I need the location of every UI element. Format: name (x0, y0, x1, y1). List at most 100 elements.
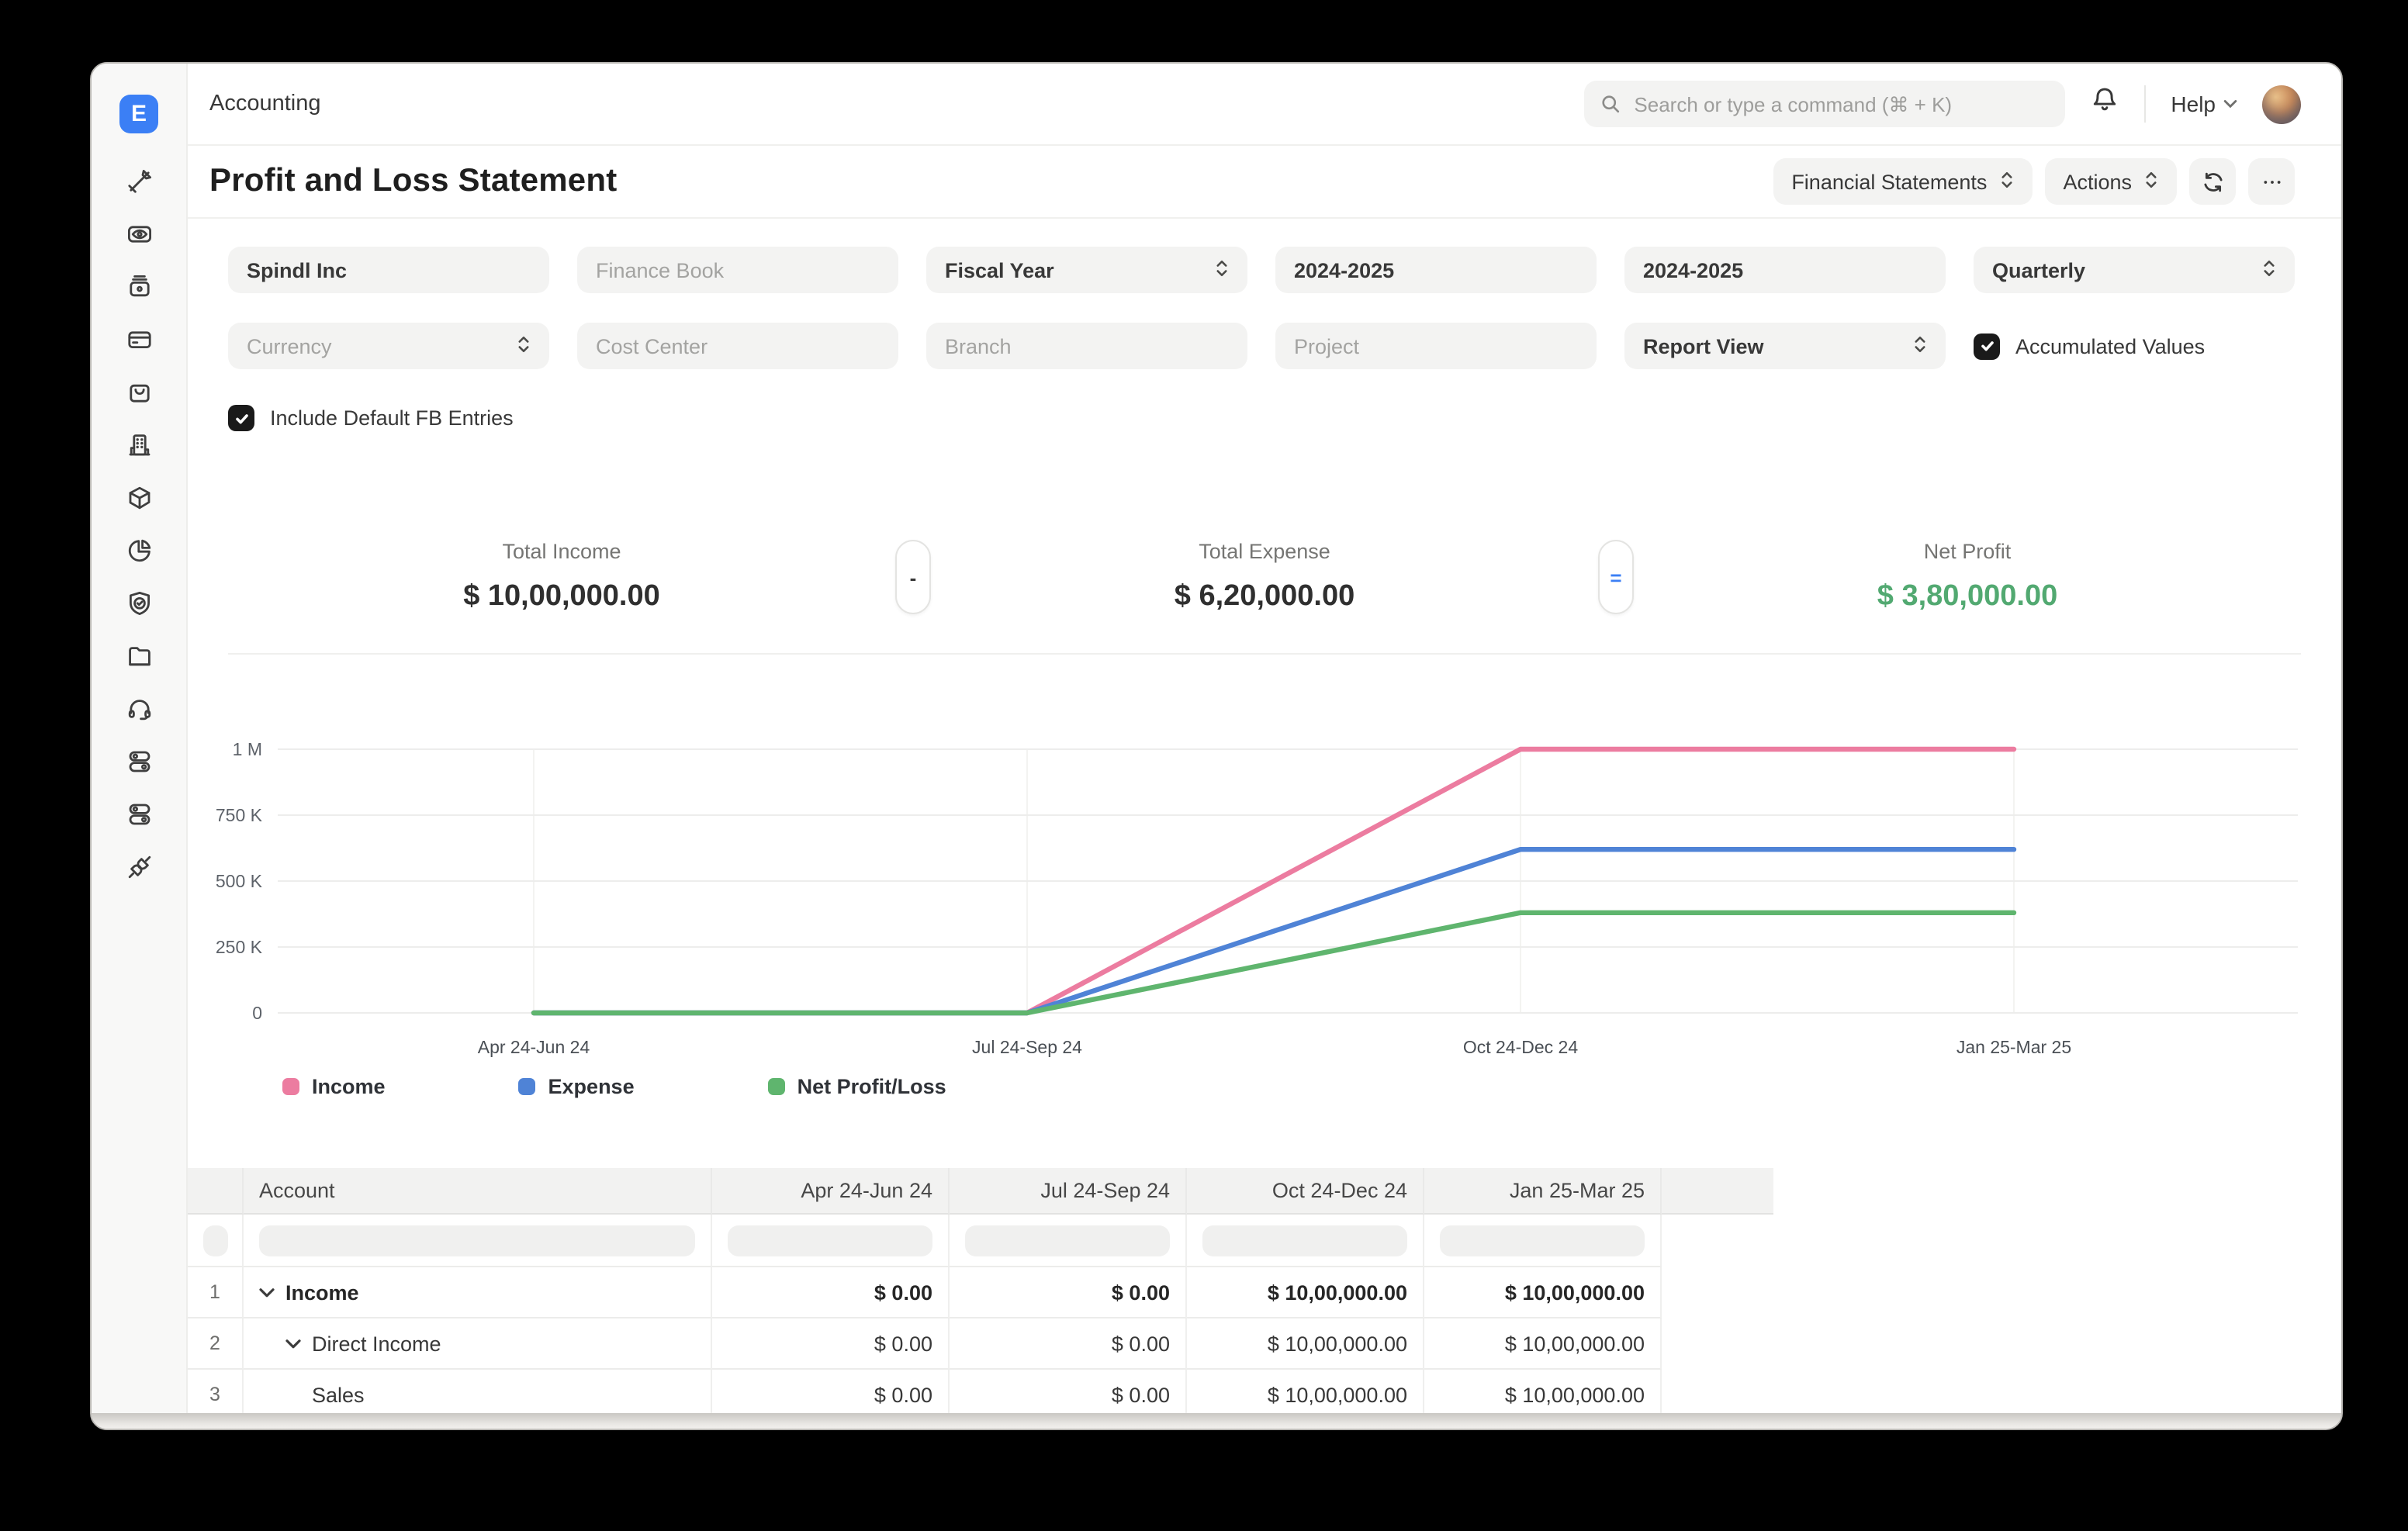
amount-cell: $ 0.00 (712, 1318, 950, 1370)
shopping-bag-icon (125, 378, 153, 406)
total-income-label: Total Income (228, 540, 895, 563)
account-cell-direct-income[interactable]: Direct Income (244, 1318, 712, 1370)
from-fiscal-year-filter[interactable] (1275, 247, 1597, 293)
app-sidebar: E (92, 64, 188, 1429)
topbar: Accounting Help (188, 64, 2341, 146)
report-view-select[interactable]: Report View (1624, 323, 1946, 369)
row-filter-input[interactable] (202, 1225, 227, 1256)
net-profit-legend-label: Net Profit/Loss (797, 1075, 946, 1098)
table-row: 2 Direct Income $ 0.00 $ 0.00 $ 10,00,00… (188, 1318, 1773, 1370)
account-cell-income[interactable]: Income (244, 1267, 712, 1318)
table-filter-row (188, 1215, 1773, 1267)
q2-column-header[interactable]: Jul 24-Sep 24 (950, 1168, 1187, 1215)
row-number: 1 (188, 1267, 244, 1318)
income-legend-swatch (282, 1078, 299, 1095)
sidebar-item-customization[interactable] (125, 800, 153, 828)
q1-filter-input[interactable] (728, 1225, 932, 1256)
help-menu[interactable]: Help (2171, 92, 2237, 116)
period-basis-select[interactable]: Fiscal Year (926, 247, 1247, 293)
chevron-up-down-icon (1999, 168, 2013, 195)
table-header-row: Account Apr 24-Jun 24 Jul 24-Sep 24 Oct … (188, 1168, 1773, 1215)
cash-register-icon (125, 273, 153, 301)
finance-book-filter[interactable] (577, 247, 898, 293)
more-menu-button[interactable] (2248, 158, 2295, 205)
row-number: 2 (188, 1318, 244, 1370)
periodicity-select[interactable]: Quarterly (1974, 247, 2295, 293)
periodicity-value: Quarterly (1992, 258, 2085, 282)
svg-text:1 M: 1 M (233, 739, 262, 759)
account-filter-input[interactable] (259, 1225, 695, 1256)
chart-section: 1 M750 K500 K250 K0Apr 24-Jun 24Jul 24-S… (188, 731, 2341, 1098)
minus-operator: - (895, 540, 931, 614)
sidebar-item-projects[interactable] (125, 642, 153, 670)
project-filter[interactable] (1275, 323, 1597, 369)
cost-center-filter[interactable] (577, 323, 898, 369)
spacer-column-header (1662, 1168, 1773, 1215)
account-column-header[interactable]: Account (244, 1168, 712, 1215)
sidebar-item-cash-register[interactable] (125, 273, 153, 301)
sidebar-item-analytics[interactable] (125, 537, 153, 565)
chevron-up-down-icon (2262, 257, 2276, 283)
sidebar-item-settings[interactable] (125, 748, 153, 776)
sidebar-item-stock[interactable] (125, 484, 153, 512)
sidebar-item-integrations[interactable] (125, 853, 153, 881)
company-filter[interactable] (228, 247, 549, 293)
horizontal-scrollbar[interactable] (92, 1413, 2341, 1429)
table-row: 1 Income $ 0.00 $ 0.00 $ 10,00,000.00 $ … (188, 1267, 1773, 1318)
sidebar-item-selling[interactable] (125, 378, 153, 406)
q4-column-header[interactable]: Jan 25-Mar 25 (1424, 1168, 1662, 1215)
bell-icon (2090, 85, 2119, 115)
to-fiscal-year-filter[interactable] (1624, 247, 1946, 293)
credit-card-icon (125, 326, 153, 354)
main-content: Profit and Loss Statement Financial Stat… (188, 146, 2341, 1429)
refresh-button[interactable] (2189, 158, 2236, 205)
expense-legend-swatch (519, 1078, 536, 1095)
chevron-down-icon[interactable] (285, 1338, 301, 1349)
summary-net-profit-value: $ 3,80,000.00 (1634, 580, 2301, 614)
branch-filter[interactable] (926, 323, 1247, 369)
equals-operator: = (1598, 540, 1634, 614)
notifications-button[interactable] (2090, 85, 2119, 123)
net-profit-label: Net Profit (1634, 540, 2301, 563)
q4-filter-input[interactable] (1440, 1225, 1645, 1256)
sidebar-item-support[interactable] (125, 695, 153, 723)
switches-alt-icon (125, 800, 153, 828)
sidebar-item-billing[interactable] (125, 326, 153, 354)
chevron-down-icon[interactable] (259, 1287, 275, 1298)
switches-icon (125, 748, 153, 776)
q2-filter-input[interactable] (965, 1225, 1170, 1256)
sidebar-item-quality[interactable] (125, 589, 153, 617)
sidebar-item-organization[interactable] (125, 431, 153, 459)
search-input[interactable] (1634, 92, 2050, 116)
report-group-dropdown[interactable]: Financial Statements (1773, 158, 2032, 205)
include-default-fb-entries-label: Include Default FB Entries (270, 406, 514, 430)
sidebar-item-payments[interactable] (125, 220, 153, 248)
currency-select[interactable]: Currency (228, 323, 549, 369)
user-avatar[interactable] (2262, 85, 2301, 123)
global-search[interactable] (1584, 81, 2065, 127)
svg-text:500 K: 500 K (216, 871, 263, 891)
q1-column-header[interactable]: Apr 24-Jun 24 (712, 1168, 950, 1215)
accumulated-values-checkbox[interactable] (1974, 333, 2000, 359)
sidebar-item-tools[interactable] (125, 168, 153, 195)
total-expense-label: Total Expense (931, 540, 1598, 563)
net-profit-legend-swatch (768, 1078, 785, 1095)
check-icon (234, 410, 249, 426)
check-icon (1979, 338, 1995, 354)
actions-label: Actions (2063, 170, 2132, 193)
actions-dropdown[interactable]: Actions (2044, 158, 2177, 205)
q3-filter-input[interactable] (1202, 1225, 1407, 1256)
folder-icon (125, 642, 153, 670)
report-group-label: Financial Statements (1791, 170, 1987, 193)
amount-cell: $ 0.00 (950, 1267, 1187, 1318)
amount-cell: $ 10,00,000.00 (1424, 1267, 1662, 1318)
include-default-fb-entries-checkbox[interactable] (228, 405, 254, 431)
tools-icon (125, 168, 153, 195)
amount-cell: $ 10,00,000.00 (1424, 1318, 1662, 1370)
chevron-up-down-icon (2144, 168, 2158, 195)
q3-column-header[interactable]: Oct 24-Dec 24 (1187, 1168, 1424, 1215)
svg-text:Apr 24-Jun 24: Apr 24-Jun 24 (478, 1037, 590, 1057)
building-icon (125, 431, 153, 459)
app-logo[interactable]: E (119, 95, 158, 133)
svg-text:750 K: 750 K (216, 805, 263, 825)
